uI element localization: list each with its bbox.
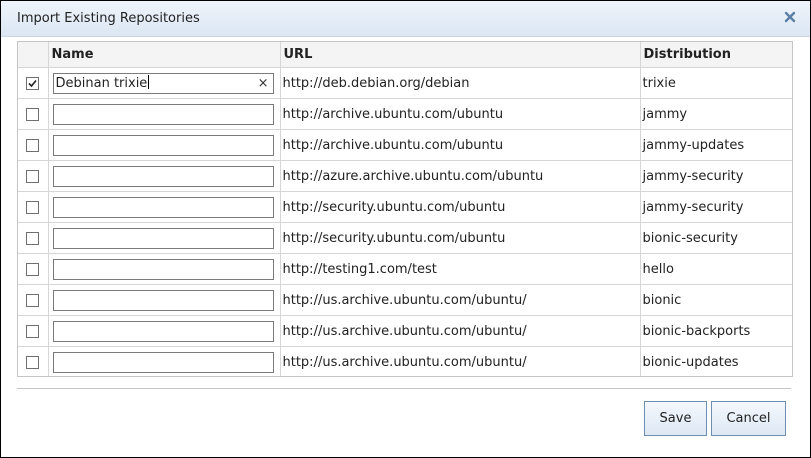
url-cell: http://security.ubuntu.com/ubuntu: [279, 191, 641, 223]
name-cell: [47, 129, 281, 161]
row-checkbox[interactable]: [26, 262, 40, 276]
distribution-cell: jammy-updates: [639, 129, 792, 161]
cancel-button[interactable]: Cancel: [711, 401, 786, 436]
url-cell: http://us.archive.ubuntu.com/ubuntu/: [279, 315, 641, 347]
name-input[interactable]: [52, 351, 274, 373]
dialog-title: Import Existing Repositories: [17, 11, 200, 26]
name-input[interactable]: [52, 258, 274, 280]
distribution-cell: hello: [639, 253, 792, 285]
distribution-cell: jammy: [639, 98, 792, 130]
name-cell: [47, 191, 281, 223]
table-row[interactable]: http://security.ubuntu.com/ubuntu jammy-s…: [18, 191, 792, 223]
distribution-cell: jammy-security: [639, 191, 792, 223]
row-select-cell: [18, 222, 49, 254]
row-checkbox[interactable]: [26, 231, 40, 245]
row-select-cell: [18, 67, 49, 99]
table-row[interactable]: http://archive.ubuntu.com/ubuntu jammy-up…: [18, 129, 792, 161]
name-cell: [47, 315, 281, 347]
name-input[interactable]: [52, 227, 274, 249]
url-cell: http://azure.archive.ubuntu.com/ubuntu: [279, 160, 641, 192]
url-cell: http://testing1.com/test: [279, 253, 641, 285]
table-row[interactable]: http://security.ubuntu.com/ubuntu bionic-…: [18, 222, 792, 254]
row-checkbox[interactable]: [26, 324, 40, 338]
row-select-cell: [18, 129, 49, 161]
row-checkbox[interactable]: [26, 200, 40, 214]
repositories-grid: Name URL Distribution Debinan trixie × htt…: [17, 41, 793, 377]
table-row[interactable]: Debinan trixie × http://deb.debian.org/deb…: [18, 67, 792, 99]
row-select-cell: [18, 191, 49, 223]
distribution-cell: bionic-updates: [639, 346, 792, 376]
url-cell: http://archive.ubuntu.com/ubuntu: [279, 98, 641, 130]
row-select-cell: [18, 160, 49, 192]
url-cell: http://deb.debian.org/debian: [279, 67, 641, 99]
row-select-cell: [18, 346, 49, 376]
column-header-url[interactable]: URL: [279, 42, 641, 68]
row-select-cell: [18, 315, 49, 347]
column-header-distribution[interactable]: Distribution: [639, 42, 792, 68]
name-cell: [47, 253, 281, 285]
row-checkbox[interactable]: [26, 355, 40, 369]
row-select-cell: [18, 98, 49, 130]
row-select-cell: [18, 284, 49, 316]
name-cell: [47, 284, 281, 316]
name-input[interactable]: [52, 134, 274, 156]
name-cell: [47, 222, 281, 254]
close-icon[interactable]: [782, 9, 798, 25]
name-cell: [47, 160, 281, 192]
distribution-cell: bionic: [639, 284, 792, 316]
check-icon: [28, 79, 37, 87]
column-header-select: [18, 42, 49, 68]
row-select-cell: [18, 253, 49, 285]
dialog-titlebar: Import Existing Repositories: [1, 1, 810, 37]
table-row[interactable]: http://us.archive.ubuntu.com/ubuntu/bion…: [18, 346, 792, 376]
table-row[interactable]: http://us.archive.ubuntu.com/ubuntu/bion…: [18, 284, 792, 316]
column-header-name[interactable]: Name: [47, 42, 281, 68]
row-checkbox[interactable]: [26, 138, 40, 152]
table-row[interactable]: http://us.archive.ubuntu.com/ubuntu/bion…: [18, 315, 792, 347]
table-header-row: Name URL Distribution: [18, 42, 792, 68]
name-input[interactable]: [52, 320, 274, 342]
name-input[interactable]: [52, 103, 274, 125]
name-cell: [47, 98, 281, 130]
row-checkbox[interactable]: [26, 293, 40, 307]
url-cell: http://security.ubuntu.com/ubuntu: [279, 222, 641, 254]
row-checkbox-checked[interactable]: [26, 76, 40, 90]
dialog-content: Name URL Distribution Debinan trixie × htt…: [1, 37, 810, 457]
row-checkbox[interactable]: [26, 169, 40, 183]
table-row[interactable]: http://testing1.com/test hello: [18, 253, 792, 285]
text-caret: [148, 74, 150, 89]
clear-input-icon[interactable]: ×: [258, 74, 269, 93]
distribution-cell: trixie: [639, 67, 792, 99]
distribution-cell: bionic-security: [639, 222, 792, 254]
save-button[interactable]: Save: [644, 401, 707, 436]
url-cell: http://us.archive.ubuntu.com/ubuntu/: [279, 284, 641, 316]
row-checkbox[interactable]: [26, 107, 40, 121]
table-row[interactable]: http://archive.ubuntu.com/ubuntu jammy: [18, 98, 792, 130]
name-input[interactable]: [52, 165, 274, 187]
url-cell: http://archive.ubuntu.com/ubuntu: [279, 129, 641, 161]
name-input[interactable]: [52, 196, 274, 218]
name-input[interactable]: Debinan trixie ×: [52, 72, 274, 94]
name-input[interactable]: [52, 289, 274, 311]
distribution-cell: bionic-backports: [639, 315, 792, 347]
distribution-cell: jammy-security: [639, 160, 792, 192]
url-cell: http://us.archive.ubuntu.com/ubuntu/: [279, 346, 641, 376]
name-input-value: Debinan trixie: [55, 75, 148, 91]
content-divider: [17, 388, 791, 389]
repositories-table: Name URL Distribution Debinan trixie × htt…: [18, 42, 792, 376]
import-repositories-dialog: Import Existing Repositories Name URL Di…: [0, 0, 811, 458]
name-cell: [47, 346, 281, 376]
name-cell: Debinan trixie ×: [47, 67, 281, 99]
table-row[interactable]: http://azure.archive.ubuntu.com/ubuntu ja…: [18, 160, 792, 192]
